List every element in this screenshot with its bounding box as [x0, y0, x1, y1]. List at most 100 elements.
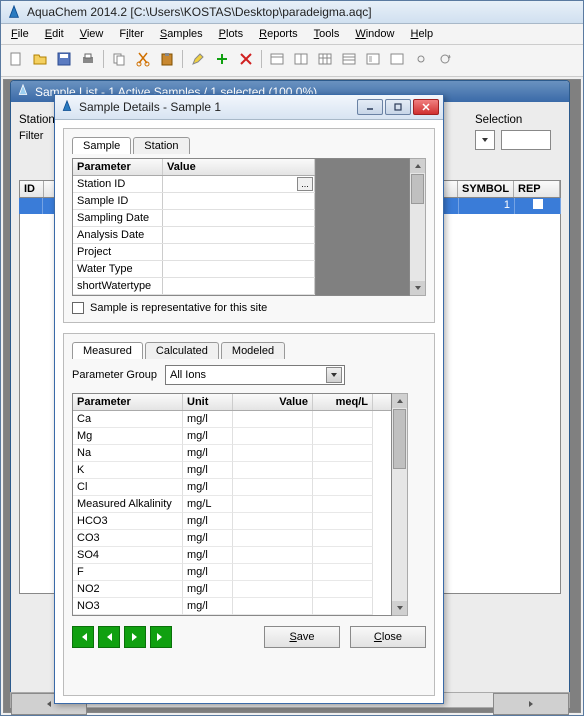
parameter-group-dropdown[interactable]: All Ions	[165, 365, 345, 385]
copy-icon[interactable]	[108, 48, 130, 70]
ion-row[interactable]: CO3mg/l	[73, 530, 391, 547]
print-icon[interactable]	[77, 48, 99, 70]
menu-samples[interactable]: Samples	[154, 26, 209, 42]
ion-row[interactable]: Mgmg/l	[73, 428, 391, 445]
link-icon[interactable]	[410, 48, 432, 70]
param-row[interactable]: Sample ID	[73, 193, 315, 210]
ion-row[interactable]: Measured Alkalinitymg/L	[73, 496, 391, 513]
list-icon[interactable]	[338, 48, 360, 70]
row-rep-checkbox[interactable]	[515, 198, 561, 214]
param-value-cell[interactable]	[163, 261, 315, 277]
ion-row[interactable]: Fmg/l	[73, 564, 391, 581]
dcol-parameter[interactable]: Parameter	[73, 394, 183, 410]
data-vscroll[interactable]	[392, 393, 408, 616]
sample-details-titlebar[interactable]: Sample Details - Sample 1	[55, 95, 443, 120]
param-row[interactable]: Analysis Date	[73, 227, 315, 244]
data-scroll-up-icon[interactable]	[392, 394, 407, 408]
cut-icon[interactable]	[132, 48, 154, 70]
param-row[interactable]: Project	[73, 244, 315, 261]
param-row[interactable]: shortWatertype	[73, 278, 315, 295]
menu-tools[interactable]: Tools	[308, 26, 346, 42]
menu-view[interactable]: View	[74, 26, 110, 42]
ion-row[interactable]: HCO3mg/l	[73, 513, 391, 530]
detail-icon[interactable]	[362, 48, 384, 70]
extra-icon[interactable]	[386, 48, 408, 70]
ion-row[interactable]: Kmg/l	[73, 462, 391, 479]
param-value-cell[interactable]	[163, 227, 315, 243]
data-scroll-thumb[interactable]	[393, 409, 406, 469]
ion-unit: mg/l	[183, 445, 233, 462]
grid-icon[interactable]	[314, 48, 336, 70]
main-window: AquaChem 2014.2 [C:\Users\KOSTAS\Desktop…	[0, 0, 584, 716]
new-icon[interactable]	[5, 48, 27, 70]
menu-plots[interactable]: Plots	[213, 26, 249, 42]
station-id-browse-button[interactable]: ...	[297, 177, 313, 191]
ion-row[interactable]: Camg/l	[73, 411, 391, 428]
param-value-cell[interactable]	[163, 278, 315, 294]
data-scroll-down-icon[interactable]	[392, 601, 407, 615]
selection-dropdown-button[interactable]	[475, 130, 495, 150]
first-record-button[interactable]	[72, 626, 94, 648]
param-row[interactable]: Station ID...	[73, 176, 315, 193]
param-value-cell[interactable]: ...	[163, 176, 315, 192]
param-value-cell[interactable]	[163, 244, 315, 260]
save-icon[interactable]	[53, 48, 75, 70]
form1-icon[interactable]	[266, 48, 288, 70]
tab-sample[interactable]: Sample	[72, 137, 131, 154]
menu-help[interactable]: Help	[404, 26, 439, 42]
menu-file[interactable]: File	[5, 26, 35, 42]
col-parameter[interactable]: Parameter	[73, 159, 163, 175]
param-row[interactable]: Sampling Date	[73, 210, 315, 227]
menu-window[interactable]: Window	[349, 26, 400, 42]
dcol-value[interactable]: Value	[233, 394, 313, 410]
tab-station[interactable]: Station	[133, 137, 189, 154]
menu-reports[interactable]: Reports	[253, 26, 304, 42]
minimize-button[interactable]	[357, 99, 383, 115]
col-symbol[interactable]: SYMBOL	[458, 181, 514, 197]
param-row[interactable]: Water Type	[73, 261, 315, 278]
param-value-cell[interactable]	[163, 210, 315, 226]
param-vscroll[interactable]	[410, 158, 426, 296]
open-icon[interactable]	[29, 48, 51, 70]
next-record-button[interactable]	[124, 626, 146, 648]
delete-icon[interactable]	[235, 48, 257, 70]
col-id[interactable]: ID	[20, 181, 44, 197]
scroll-down-icon[interactable]	[410, 281, 425, 295]
tab-modeled[interactable]: Modeled	[221, 342, 285, 359]
selection-combo[interactable]	[501, 130, 551, 150]
dropdown-arrow-icon[interactable]	[326, 367, 342, 383]
representative-checkbox[interactable]	[72, 302, 84, 314]
ion-row[interactable]: NO3mg/l	[73, 598, 391, 615]
close-dialog-button[interactable]: Close	[350, 626, 426, 648]
col-rep[interactable]: REP	[514, 181, 560, 197]
ion-row[interactable]: SO4mg/l	[73, 547, 391, 564]
ion-parameter: K	[73, 462, 183, 479]
scroll-thumb[interactable]	[411, 174, 424, 204]
scroll-up-icon[interactable]	[410, 159, 425, 173]
close-button[interactable]	[413, 99, 439, 115]
ion-row[interactable]: Namg/l	[73, 445, 391, 462]
maximize-button[interactable]	[385, 99, 411, 115]
menu-filter[interactable]: Filter	[113, 26, 149, 42]
prev-record-button[interactable]	[98, 626, 120, 648]
parameter-table: Parameter Value Station ID...Sample IDSa…	[72, 158, 316, 296]
ion-parameter: Ca	[73, 411, 183, 428]
menu-edit[interactable]: Edit	[39, 26, 70, 42]
save-button[interactable]: Save	[264, 626, 340, 648]
col-value[interactable]: Value	[163, 159, 315, 175]
param-value-cell[interactable]	[163, 193, 315, 209]
last-record-button[interactable]	[150, 626, 172, 648]
ion-row[interactable]: Clmg/l	[73, 479, 391, 496]
refresh-icon[interactable]	[434, 48, 456, 70]
tab-calculated[interactable]: Calculated	[145, 342, 219, 359]
edit-icon[interactable]	[187, 48, 209, 70]
tab-measured[interactable]: Measured	[72, 342, 143, 359]
paste-icon[interactable]	[156, 48, 178, 70]
form2-icon[interactable]	[290, 48, 312, 70]
ion-unit: mg/l	[183, 513, 233, 530]
dcol-meq[interactable]: meq/L	[313, 394, 373, 410]
dcol-unit[interactable]: Unit	[183, 394, 233, 410]
add-icon[interactable]	[211, 48, 233, 70]
ion-row[interactable]: NO2mg/l	[73, 581, 391, 598]
scroll-right-icon[interactable]	[493, 693, 569, 715]
